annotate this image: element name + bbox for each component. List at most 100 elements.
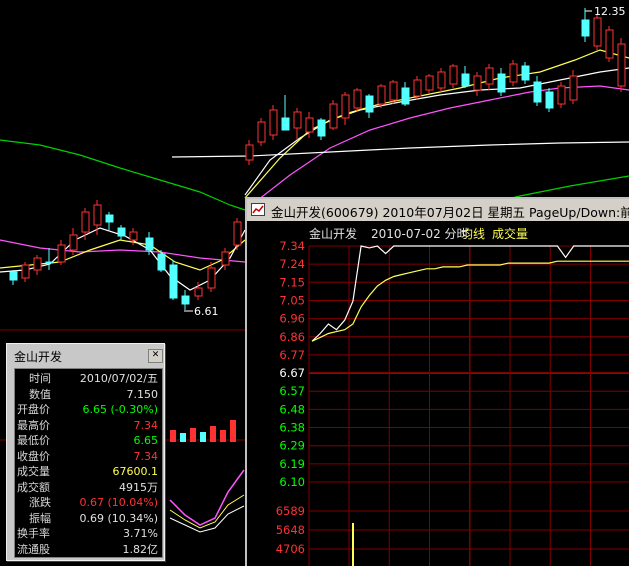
candle-body [145, 237, 154, 251]
candle-body [485, 67, 494, 85]
info-row: 流通股 1.82亿 [15, 542, 160, 557]
info-value: 3.71% [123, 527, 158, 540]
candle-body [269, 109, 278, 136]
info-value: 6.65 (-0.30%) [82, 403, 159, 416]
price-tick: 6.86 [279, 330, 305, 344]
volume-bar [170, 430, 176, 442]
candle-body [617, 43, 626, 87]
candle-body [93, 204, 102, 226]
volume-bar [210, 426, 216, 442]
candle-body [169, 264, 178, 299]
candle-body [509, 63, 518, 83]
candle-body [305, 117, 314, 133]
candle-body [545, 91, 554, 109]
info-table: 时间 2010/07/02/五 数值 7.150 开盘价 6.65 (-0.30%) 最高价… [14, 368, 163, 558]
candle-body [581, 19, 590, 37]
candle-body [593, 17, 602, 47]
info-value: 2010/07/02/五 [79, 372, 158, 385]
volume-tick: 5648 [276, 523, 305, 537]
ma-line [244, 85, 629, 211]
volume-bar [220, 430, 226, 442]
candle-body [69, 234, 78, 251]
volume-bar [230, 420, 236, 442]
candle-body [353, 89, 362, 109]
candle-body [57, 244, 66, 263]
chart-grid [308, 245, 629, 566]
candle-body [117, 227, 126, 237]
data-info-window[interactable]: 金山开发 ✕ 时间 2010/07/02/五 数值 7.150 开盘价 6.65 (-0.… [6, 343, 165, 561]
candle-body [401, 87, 410, 105]
volume-bar [190, 428, 196, 442]
candle-body [557, 85, 566, 105]
info-value: 1.82亿 [122, 542, 159, 556]
price-tick: 6.67 [279, 366, 305, 380]
candle-body [473, 75, 482, 91]
price-tick: 6.57 [279, 384, 305, 398]
info-row: 时间 2010/07/02/五 [15, 371, 160, 386]
info-value: 7.34 [133, 418, 159, 432]
chart-header-name: 金山开发 [309, 226, 357, 241]
candle-body [257, 121, 266, 143]
info-label: 收盘价 [17, 449, 50, 463]
candle-body [317, 119, 326, 137]
info-label: 成交量 [17, 465, 50, 478]
info-label: 成交额 [17, 480, 50, 494]
candle-body [281, 117, 290, 131]
candle-body [194, 287, 203, 297]
candle-body [377, 85, 386, 105]
candle-body [341, 94, 350, 119]
price-tick: 7.05 [279, 293, 305, 307]
price-tick: 6.38 [279, 421, 305, 435]
info-row: 涨跌 0.67 (10.04%) [15, 495, 160, 510]
close-button[interactable]: ✕ [148, 349, 163, 363]
info-row: 最低价 6.65 [15, 433, 160, 448]
intraday-window[interactable]: 金山开发(600679) 2010年07月02日 星期五 PageUp/Down… [245, 197, 629, 566]
info-window-title: 金山开发 [14, 350, 63, 364]
candle-body [21, 264, 30, 279]
info-row: 数值 7.150 [15, 387, 160, 402]
volume-tick: 4706 [276, 542, 305, 556]
price-tick: 7.15 [279, 275, 305, 289]
candle-body [293, 111, 302, 129]
candle-body [33, 257, 42, 271]
window-title: 金山开发(600679) 2010年07月02日 星期五 PageUp/Down… [271, 205, 629, 220]
info-row: 收盘价 7.34 [15, 449, 160, 464]
info-label: 涨跌 [29, 496, 51, 509]
info-label: 流通股 [17, 542, 50, 556]
candle-body [569, 75, 578, 101]
volume-bar [352, 523, 354, 566]
window-titlebar[interactable]: 金山开发(600679) 2010年07月02日 星期五 PageUp/Down… [247, 199, 629, 221]
info-value: 0.67 (10.04%) [79, 496, 158, 509]
volume-bars [170, 420, 236, 442]
info-row: 成交量 67600.1 [15, 464, 160, 479]
candle-body [449, 65, 458, 85]
candle-body [365, 95, 374, 113]
info-label: 开盘价 [17, 403, 50, 416]
price-tick: 7.34 [279, 239, 305, 253]
candle-body [181, 295, 190, 305]
close-icon: ✕ [151, 350, 160, 360]
info-row: 振幅 0.69 (10.34%) [15, 511, 160, 526]
info-label: 振幅 [29, 511, 51, 525]
info-row: 换手率 3.71% [15, 526, 160, 541]
info-label: 最高价 [17, 418, 50, 432]
info-value: 6.65 [133, 434, 159, 447]
candle-body [413, 79, 422, 97]
info-value: 0.69 (10.34%) [79, 511, 158, 525]
info-value: 7.150 [126, 387, 159, 401]
volume-bar [180, 433, 186, 442]
price-tick: 6.48 [279, 402, 305, 416]
volume-tick: 6589 [276, 504, 305, 518]
info-label: 换手率 [17, 527, 50, 540]
info-value: 7.34 [133, 449, 159, 463]
intraday-chart[interactable]: 金山开发 2010-07-02 分时 均线 成交量 7.347.247.157.… [247, 221, 629, 566]
price-tick: 7.24 [279, 257, 305, 271]
volume-axis: 6589 5648 4706 [276, 504, 305, 556]
candle-body [9, 271, 18, 281]
price-label-high: 12.35 [594, 5, 626, 18]
info-row: 成交额 4915万 [15, 480, 160, 495]
ma-line [171, 141, 629, 158]
candle-body [425, 75, 434, 91]
price-tick: 6.29 [279, 439, 305, 453]
candle-body [207, 267, 216, 289]
